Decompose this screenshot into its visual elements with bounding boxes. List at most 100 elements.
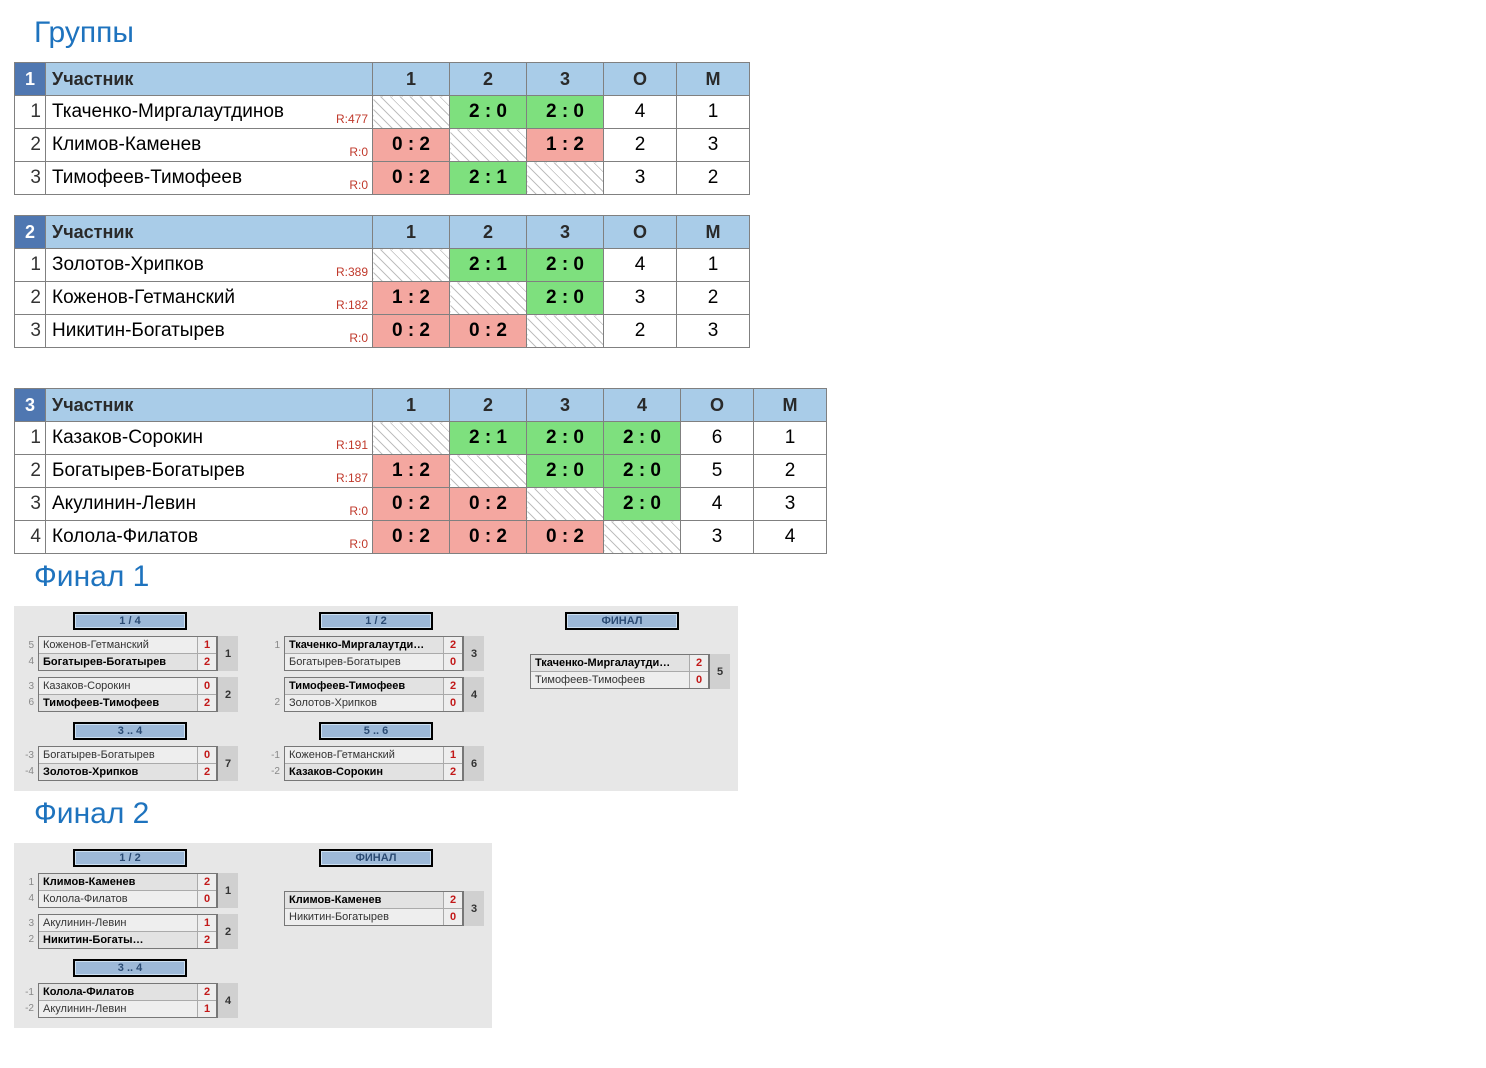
col-participant: Участник bbox=[46, 216, 373, 249]
place-m: 2 bbox=[754, 455, 827, 488]
seed: 1 bbox=[22, 875, 36, 891]
match-number: 4 bbox=[463, 677, 484, 712]
cell-score: 0 : 2 bbox=[373, 162, 450, 195]
seed bbox=[514, 672, 528, 688]
col-1: 1 bbox=[373, 63, 450, 96]
player-score: 2 bbox=[197, 695, 216, 711]
match: -3-4Богатырев-Богатырев0Золотов-Хрипков2… bbox=[22, 746, 238, 781]
row-index: 2 bbox=[15, 129, 46, 162]
player-name: Тимофеев-Тимофеев bbox=[531, 672, 689, 688]
player-name: Никитин-Богаты… bbox=[39, 932, 197, 948]
col-2: 2 bbox=[450, 216, 527, 249]
player-score: 2 bbox=[443, 764, 462, 780]
group-number: 3 bbox=[15, 389, 46, 422]
bracket-final2: 1 / 2 14Климов-Каменев2Колола-Филатов01 3 2… bbox=[14, 843, 492, 1028]
place-m: 3 bbox=[754, 488, 827, 521]
cell-score: 0 : 2 bbox=[527, 521, 604, 554]
match: -1-2Коженов-Гетманский1Казаков-Сорокин26 bbox=[268, 746, 484, 781]
cell-score: 1 : 2 bbox=[373, 282, 450, 315]
cell-score: 0 : 2 bbox=[373, 521, 450, 554]
player-score: 0 bbox=[443, 695, 462, 711]
col-o: О bbox=[604, 63, 677, 96]
points-o: 6 bbox=[681, 422, 754, 455]
participant-name: Климов-КаменевR:0 bbox=[46, 129, 373, 162]
place-m: 3 bbox=[677, 315, 750, 348]
participant-name: Коженов-ГетманскийR:182 bbox=[46, 282, 373, 315]
row-index: 2 bbox=[15, 455, 46, 488]
rating: R:187 bbox=[336, 471, 368, 485]
player-name: Богатырев-Богатырев bbox=[39, 747, 197, 763]
round-label: 1 / 2 bbox=[73, 849, 187, 867]
points-o: 5 bbox=[681, 455, 754, 488]
section-final1-title: Финал 1 bbox=[34, 560, 1466, 594]
rating: R:0 bbox=[349, 504, 368, 518]
col-2: 2 bbox=[450, 63, 527, 96]
player-score: 2 bbox=[443, 678, 462, 694]
cell-score: 2 : 1 bbox=[450, 422, 527, 455]
match-number: 3 bbox=[463, 891, 484, 926]
group-table-1: 1Участник123ОМ1Ткаченко-МиргалаутдиновR:… bbox=[14, 62, 750, 195]
participant-name: Казаков-СорокинR:191 bbox=[46, 422, 373, 455]
col-3: 3 bbox=[527, 216, 604, 249]
cell-score: 2 : 0 bbox=[527, 96, 604, 129]
match: 36Казаков-Сорокин0Тимофеев-Тимофеев22 bbox=[22, 677, 238, 712]
rating: R:477 bbox=[336, 112, 368, 126]
player-score: 2 bbox=[443, 637, 462, 653]
match-number: 1 bbox=[217, 873, 238, 908]
player-name: Коженов-Гетманский bbox=[39, 637, 197, 653]
player-score: 2 bbox=[197, 932, 216, 948]
cell-score: 2 : 0 bbox=[604, 422, 681, 455]
row-index: 1 bbox=[15, 422, 46, 455]
table-row: 1Золотов-ХрипковR:3892 : 12 : 041 bbox=[15, 249, 750, 282]
seed: 3 bbox=[22, 916, 36, 932]
cell-score: 1 : 2 bbox=[527, 129, 604, 162]
rating: R:0 bbox=[349, 537, 368, 551]
cell-score: 2 : 1 bbox=[450, 249, 527, 282]
player-name: Ткаченко-Миргалаутди… bbox=[531, 655, 689, 671]
cell-diag bbox=[527, 315, 604, 348]
seed bbox=[268, 679, 282, 695]
match: Ткаченко-Миргалаутди…2Тимофеев-Тимофеев0… bbox=[514, 654, 730, 689]
participant-name: Золотов-ХрипковR:389 bbox=[46, 249, 373, 282]
round-label: 1 / 4 bbox=[73, 612, 187, 630]
seed bbox=[268, 654, 282, 670]
player-name: Акулинин-Левин bbox=[39, 915, 197, 931]
match-number: 5 bbox=[709, 654, 730, 689]
player-name: Золотов-Хрипков bbox=[39, 764, 197, 780]
player-name: Акулинин-Левин bbox=[39, 1001, 197, 1017]
player-score: 1 bbox=[197, 637, 216, 653]
col-1: 1 bbox=[373, 389, 450, 422]
cell-score: 0 : 2 bbox=[373, 488, 450, 521]
player-score: 2 bbox=[197, 874, 216, 890]
rating: R:182 bbox=[336, 298, 368, 312]
seed: 4 bbox=[22, 654, 36, 670]
cell-score: 0 : 2 bbox=[450, 488, 527, 521]
col-2: 2 bbox=[450, 389, 527, 422]
match-number: 1 bbox=[217, 636, 238, 671]
round-label: 5 .. 6 bbox=[319, 722, 433, 740]
cell-score: 2 : 0 bbox=[604, 488, 681, 521]
group-table-3: 3Участник1234ОМ1Казаков-СорокинR:1912 : … bbox=[14, 388, 827, 554]
row-index: 2 bbox=[15, 282, 46, 315]
col-4: 4 bbox=[604, 389, 681, 422]
rating: R:389 bbox=[336, 265, 368, 279]
row-index: 1 bbox=[15, 96, 46, 129]
match-number: 4 bbox=[217, 983, 238, 1018]
group-number: 2 bbox=[15, 216, 46, 249]
cell-score: 2 : 0 bbox=[527, 249, 604, 282]
table-row: 3Акулинин-ЛевинR:00 : 20 : 22 : 043 bbox=[15, 488, 827, 521]
seed: 6 bbox=[22, 695, 36, 711]
points-o: 4 bbox=[604, 249, 677, 282]
col-o: О bbox=[681, 389, 754, 422]
match: 14Климов-Каменев2Колола-Филатов01 bbox=[22, 873, 238, 908]
col-m: М bbox=[677, 63, 750, 96]
points-o: 3 bbox=[604, 162, 677, 195]
rating: R:191 bbox=[336, 438, 368, 452]
player-name: Климов-Каменев bbox=[285, 892, 443, 908]
participant-name: Колола-ФилатовR:0 bbox=[46, 521, 373, 554]
rating: R:0 bbox=[349, 331, 368, 345]
match: 54Коженов-Гетманский1Богатырев-Богатырев… bbox=[22, 636, 238, 671]
player-name: Колола-Филатов bbox=[39, 984, 197, 1000]
cell-score: 2 : 0 bbox=[527, 422, 604, 455]
table-row: 1Казаков-СорокинR:1912 : 12 : 02 : 061 bbox=[15, 422, 827, 455]
